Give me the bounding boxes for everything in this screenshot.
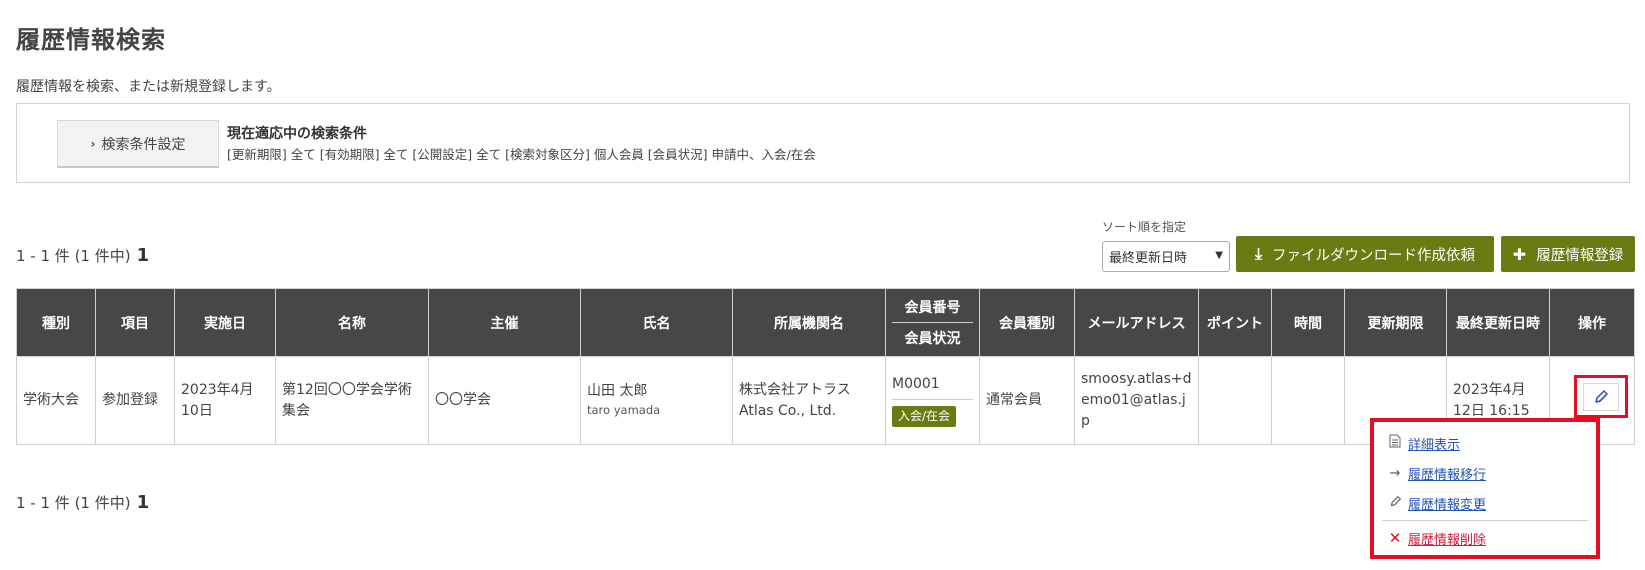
cell-org: 株式会社アトラス Atlas Co., Ltd. bbox=[732, 356, 886, 445]
search-conditions-text: [更新期限] 全て [有効期限] 全て [公開設定] 全て [検索対象区分] 個… bbox=[227, 147, 816, 162]
header-updated: 最終更新日時 bbox=[1446, 288, 1550, 357]
header-member-no: 会員番号 bbox=[892, 297, 973, 323]
cell-name: 第12回〇〇学会学術集会 bbox=[275, 356, 429, 445]
cell-item: 参加登録 bbox=[95, 356, 175, 445]
close-icon: ✕ bbox=[1388, 529, 1402, 547]
header-member-status: 会員状況 bbox=[904, 331, 961, 347]
menu-item-detail[interactable]: 詳細表示 bbox=[1382, 428, 1588, 458]
history-register-label: 履歴情報登録 bbox=[1536, 247, 1624, 264]
cell-points bbox=[1198, 356, 1272, 445]
pagination-page-1[interactable]: 1 bbox=[137, 492, 150, 513]
history-register-button[interactable]: ✚ 履歴情報登録 bbox=[1501, 236, 1635, 272]
org-ja: 株式会社アトラス bbox=[739, 381, 851, 398]
header-ops: 操作 bbox=[1549, 288, 1635, 357]
operations-button[interactable] bbox=[1574, 375, 1628, 418]
header-name: 名称 bbox=[275, 288, 429, 357]
header-points: ポイント bbox=[1198, 288, 1272, 357]
menu-item-migrate[interactable]: → 履歴情報移行 bbox=[1382, 458, 1588, 488]
pagination-page-1[interactable]: 1 bbox=[137, 245, 150, 266]
header-person: 氏名 bbox=[580, 288, 733, 357]
cell-date: 2023年4月10日 bbox=[174, 356, 276, 445]
sort-label: ソート順を指定 bbox=[1102, 220, 1187, 234]
cell-member: M0001 入会/在会 bbox=[885, 356, 980, 445]
header-item: 項目 bbox=[95, 288, 175, 357]
menu-item-edit[interactable]: 履歴情報変更 bbox=[1382, 488, 1588, 518]
download-icon: ⤓ bbox=[1254, 244, 1263, 263]
header-org: 所属機関名 bbox=[732, 288, 886, 357]
search-panel: › 検索条件設定 現在適応中の検索条件 [更新期限] 全て [有効期限] 全て … bbox=[16, 103, 1630, 183]
page-description: 履歴情報を検索、または新規登録します。 bbox=[16, 79, 281, 95]
cell-time bbox=[1271, 356, 1345, 445]
org-en: Atlas Co., Ltd. bbox=[739, 402, 837, 419]
header-member-type: 会員種別 bbox=[979, 288, 1075, 357]
header-time: 時間 bbox=[1271, 288, 1345, 357]
header-host: 主催 bbox=[428, 288, 581, 357]
sort-select-value: 最終更新日時 bbox=[1109, 251, 1188, 266]
chevron-down-icon: ▼ bbox=[1215, 250, 1223, 261]
header-date: 実施日 bbox=[174, 288, 276, 357]
header-renewal: 更新期限 bbox=[1344, 288, 1447, 357]
status-badge: 入会/在会 bbox=[892, 406, 957, 427]
menu-item-migrate-label: 履歴情報移行 bbox=[1408, 467, 1487, 483]
menu-item-delete-label: 履歴情報削除 bbox=[1408, 532, 1487, 548]
cell-host: 〇〇学会 bbox=[428, 356, 581, 445]
menu-item-edit-label: 履歴情報変更 bbox=[1408, 497, 1487, 513]
file-download-request-label: ファイルダウンロード作成依頼 bbox=[1272, 247, 1476, 264]
arrow-right-icon: → bbox=[1389, 465, 1401, 481]
result-count-bottom: 1 - 1 件 (1 件中) 1 bbox=[16, 492, 149, 513]
cell-type: 学術大会 bbox=[16, 356, 96, 445]
menu-item-delete[interactable]: ✕ 履歴情報削除 bbox=[1382, 523, 1588, 553]
sort-select[interactable]: 最終更新日時 ▼ bbox=[1102, 241, 1230, 272]
table-header-row: 種別 項目 実施日 名称 主催 氏名 所属機関名 会員番号 会員状況 会員種別 … bbox=[16, 288, 1635, 357]
operations-button-inner bbox=[1583, 382, 1619, 411]
menu-item-detail-label: 詳細表示 bbox=[1408, 437, 1461, 453]
person-name: 山田 太郎 bbox=[587, 383, 648, 400]
plus-icon: ✚ bbox=[1512, 244, 1527, 264]
search-settings-label: 検索条件設定 bbox=[101, 136, 186, 153]
operations-menu: 詳細表示 → 履歴情報移行 履歴情報変更 ✕ 履歴情報削除 bbox=[1370, 418, 1600, 559]
cell-person: 山田 太郎 taro yamada bbox=[580, 356, 733, 445]
menu-divider bbox=[1382, 520, 1588, 521]
search-settings-button[interactable]: › 検索条件設定 bbox=[57, 120, 219, 168]
file-download-request-button[interactable]: ⤓ ファイルダウンロード作成依頼 bbox=[1236, 236, 1494, 272]
pencil-icon bbox=[1595, 389, 1608, 403]
member-no: M0001 bbox=[892, 374, 973, 400]
person-romaji: taro yamada bbox=[587, 403, 661, 418]
cell-email: smoosy.atlas+demo01@atlas.jp bbox=[1074, 356, 1199, 445]
header-email: メールアドレス bbox=[1074, 288, 1199, 357]
search-conditions-title: 現在適応中の検索条件 bbox=[227, 126, 367, 142]
document-icon bbox=[1388, 434, 1402, 452]
header-member: 会員番号 会員状況 bbox=[885, 288, 980, 357]
result-count-text: 1 - 1 件 (1 件中) bbox=[16, 247, 131, 265]
chevron-right-icon: › bbox=[90, 136, 96, 151]
header-type: 種別 bbox=[16, 288, 96, 357]
result-count-top: 1 - 1 件 (1 件中) 1 bbox=[16, 245, 149, 266]
pencil-icon bbox=[1388, 495, 1402, 512]
page-title: 履歴情報検索 bbox=[16, 26, 166, 54]
result-count-text: 1 - 1 件 (1 件中) bbox=[16, 494, 131, 512]
cell-member-type: 通常会員 bbox=[979, 356, 1075, 445]
